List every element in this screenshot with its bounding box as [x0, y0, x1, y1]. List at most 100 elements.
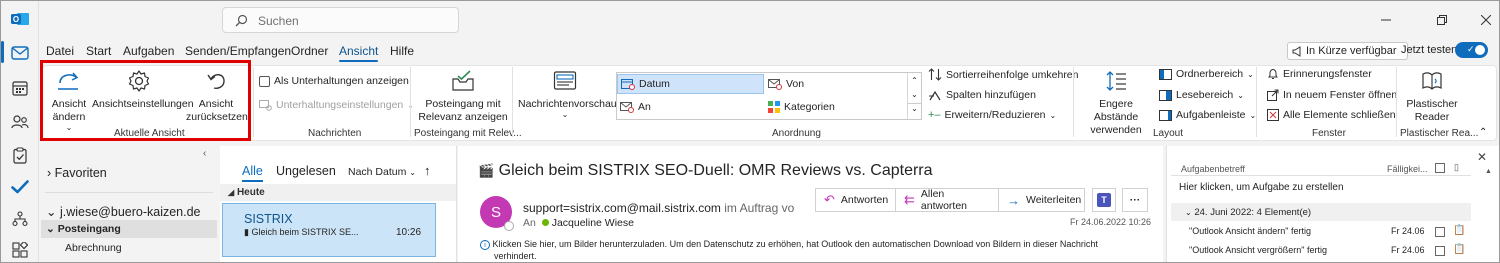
compact-spacing-label-2: verwenden: [1090, 124, 1142, 136]
calendar-icon[interactable]: [8, 76, 32, 100]
reverse-sort-button[interactable]: Sortierreihenfolge umkehren: [928, 68, 1079, 81]
folder-pane-button[interactable]: Ordnerbereich ⌄: [1159, 68, 1254, 80]
teams-button[interactable]: T: [1092, 188, 1116, 212]
sender-address[interactable]: support=sistrix.com@mail.sistrix.com: [523, 201, 721, 215]
reminders-window-button[interactable]: Erinnerungsfenster: [1267, 68, 1372, 80]
reply-all-icon: ⇇: [904, 192, 915, 207]
arrange-by-date[interactable]: Datum: [617, 74, 764, 94]
bell-icon: [1268, 68, 1278, 79]
compact-spacing-button[interactable]: Engere Abstände verwenden: [1079, 67, 1153, 137]
people-icon[interactable]: [8, 110, 32, 134]
todo-item-checkbox[interactable]: [1435, 246, 1445, 256]
immersive-reader-button[interactable]: Plastischer Reader: [1400, 67, 1464, 124]
arrange-by-categories[interactable]: Kategorien: [765, 97, 905, 117]
todo-col-due[interactable]: Fälligkei...: [1387, 164, 1428, 174]
org-chart-icon[interactable]: [8, 207, 32, 231]
tab-start[interactable]: Start: [86, 44, 111, 58]
focused-inbox-label-1: Posteingang mit: [425, 98, 501, 110]
tab-senden-empfangen[interactable]: Senden/Empfangen: [185, 44, 291, 58]
ribbon-separator: [1256, 67, 1257, 137]
filter-all-tab[interactable]: Alle: [242, 164, 263, 178]
group-label-fenster: Fenster: [1312, 128, 1346, 139]
todo-create-prompt[interactable]: Hier klicken, um Aufgabe zu erstellen: [1179, 182, 1344, 193]
app-rail: O: [1, 1, 39, 262]
todo-group-header[interactable]: ⌄ 24. Juni 2022: 4 Element(e): [1171, 203, 1471, 221]
recipient-name[interactable]: Jacqueline Wiese: [552, 217, 634, 229]
collapse-folder-pane-icon[interactable]: ‹: [203, 148, 206, 159]
close-button[interactable]: [1476, 10, 1496, 30]
close-all-items-button[interactable]: Alle Elemente schließen: [1267, 109, 1396, 121]
sort-by-date-dropdown[interactable]: Nach Datum ⌄: [348, 166, 416, 178]
arrangement-gallery: Datum Von An Kategorien ⌃ ⌄ ⌄: [616, 72, 922, 120]
ribbon-separator: [1396, 67, 1397, 137]
arrange-by-to[interactable]: An: [617, 97, 764, 117]
info-bar[interactable]: i Klicken Sie hier, um Bilder herunterzu…: [480, 238, 1120, 262]
from-icon: [768, 79, 782, 90]
minimize-button[interactable]: [1376, 10, 1396, 30]
forward-button[interactable]: → Weiterleiten: [998, 188, 1085, 212]
focused-inbox-button[interactable]: Posteingang mit Relevanz anzeigen: [416, 67, 510, 124]
mail-icon[interactable]: [8, 41, 32, 65]
collapse-ribbon-icon[interactable]: ⌃: [1479, 127, 1487, 138]
tasks-icon[interactable]: [8, 143, 32, 167]
megaphone-icon: [1292, 45, 1301, 57]
tab-ansicht[interactable]: Ansicht: [339, 44, 379, 62]
sort-by-date-label: Nach Datum: [348, 166, 407, 178]
gallery-scroll[interactable]: ⌃ ⌄ ⌄: [907, 73, 921, 119]
search-input[interactable]: Suchen: [222, 7, 459, 33]
add-columns-button[interactable]: Spalten hinzufügen: [928, 89, 1036, 101]
presence-icon: [504, 221, 514, 231]
reply-all-button[interactable]: ⇇ Allen antworten: [895, 188, 999, 212]
todo-bar-icon: [1159, 109, 1172, 121]
reply-label: Antworten: [840, 194, 889, 206]
arrange-by-from-label: Von: [786, 78, 805, 90]
account-node[interactable]: ⌄ j.wiese@buero-kaizen.de: [46, 204, 201, 219]
tab-ordner[interactable]: Ordner: [291, 44, 328, 58]
gallery-up-icon[interactable]: ⌃: [908, 73, 921, 88]
tab-aufgaben[interactable]: Aufgaben: [123, 44, 174, 58]
show-conversations-checkbox[interactable]: Als Unterhaltungen anzeigen: [259, 75, 409, 87]
filter-unread-tab[interactable]: Ungelesen: [276, 164, 336, 178]
tab-datei[interactable]: Datei: [46, 44, 74, 58]
reading-pane-button[interactable]: Lesebereich ⌄: [1159, 89, 1244, 101]
expand-collapse-button[interactable]: +– Erweitern/Reduzieren ⌄: [928, 109, 1056, 121]
close-todo-icon[interactable]: ✕: [1477, 150, 1487, 164]
folder-pane: ‹ › Favoriten ⌄ j.wiese@buero-kaizen.de …: [41, 146, 218, 262]
tab-hilfe[interactable]: Hilfe: [390, 44, 414, 58]
more-actions-button[interactable]: ···: [1122, 188, 1148, 212]
scroll-up-icon[interactable]: ▲: [1485, 168, 1493, 175]
group-header-today[interactable]: ◢ Heute: [220, 184, 456, 201]
favorites-node[interactable]: › Favoriten: [47, 166, 107, 180]
title-bar: Suchen: [39, 1, 1499, 41]
gallery-more-icon[interactable]: ⌄: [908, 103, 921, 117]
message-item[interactable]: SISTRIX ▮ Gleich beim SISTRIX SE... 10:2…: [222, 203, 436, 257]
todo-scrollbar[interactable]: ▲: [1485, 168, 1493, 258]
todo-item[interactable]: "Outlook Ansicht ändern" fertig Fr 24.06…: [1189, 225, 1469, 240]
conversation-settings-button: Unterhaltungseinstellungen ⌄: [259, 99, 414, 111]
todo-bar-button[interactable]: Aufgabenleiste ⌄: [1159, 109, 1256, 121]
subfolder-abrechnung[interactable]: Abrechnung: [65, 242, 122, 254]
arrange-by-date-label: Datum: [639, 78, 670, 90]
todo-item-checkbox[interactable]: [1435, 227, 1445, 237]
forward-icon: →: [1007, 192, 1020, 208]
todo-col-subject[interactable]: Aufgabenbetreff: [1181, 164, 1245, 174]
open-new-window-button[interactable]: In neuem Fenster öffnen: [1267, 89, 1397, 101]
info-text-2: verhindert.: [494, 251, 537, 261]
coming-soon-button[interactable]: In Kürze verfügbar: [1287, 42, 1408, 60]
categories-icon: [768, 101, 780, 113]
arrange-by-from[interactable]: Von: [765, 74, 905, 94]
sort-direction-icon[interactable]: ↑: [424, 163, 431, 178]
gallery-down-icon[interactable]: ⌄: [908, 88, 921, 103]
todo-check-icon[interactable]: [8, 175, 32, 199]
message-preview-button[interactable]: Nachrichtenvorschau ⌄: [518, 67, 617, 119]
apps-icon[interactable]: [8, 238, 32, 262]
group-label-reader: Plastischer Rea...: [1400, 128, 1479, 139]
reply-button[interactable]: ↶ Antworten: [815, 188, 896, 212]
inbox-folder[interactable]: ⌄ Posteingang: [41, 220, 217, 238]
conversation-settings-icon: [259, 99, 272, 111]
maximize-button[interactable]: [1432, 10, 1452, 30]
todo-item-clipboard-icon: 📋: [1453, 244, 1466, 255]
todo-item[interactable]: "Outlook Ansicht vergrößern" fertig Fr 2…: [1189, 244, 1469, 259]
clapper-icon: 🎬: [478, 163, 495, 178]
message-date: Fr 24.06.2022 10:26: [1070, 217, 1152, 227]
